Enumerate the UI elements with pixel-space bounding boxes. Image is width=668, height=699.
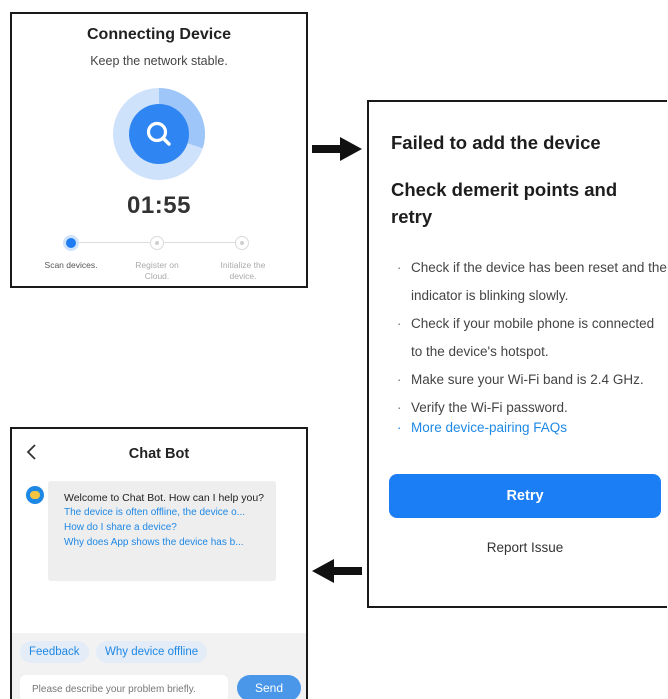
welcome-message: Welcome to Chat Bot. How can I help you? xyxy=(64,492,264,504)
retry-button[interactable]: Retry xyxy=(389,474,661,518)
list-item: Check if your mobile phone is connected … xyxy=(397,310,667,366)
page-subtitle: Keep the network stable. xyxy=(90,54,228,68)
page-title: Chat Bot xyxy=(128,446,190,462)
chip-feedback[interactable]: Feedback xyxy=(20,641,89,663)
list-item: Verify the Wi-Fi password. xyxy=(397,394,667,422)
step-init-label: Initialize the device. xyxy=(220,260,266,281)
suggested-question[interactable]: The device is often offline, the device … xyxy=(64,505,264,520)
bot-message-bubble: Welcome to Chat Bot. How can I help you?… xyxy=(48,481,276,581)
step-cloud-indicator xyxy=(150,236,164,250)
page-title: Connecting Device xyxy=(86,26,232,43)
faq-link[interactable]: More device-pairing FAQs xyxy=(397,420,567,435)
arrow-right-icon xyxy=(312,137,362,161)
suggested-question[interactable]: How do I share a device? xyxy=(64,520,264,535)
failed-to-add-screen: Failed to add the device Check demerit p… xyxy=(367,100,667,608)
arrow-left-icon xyxy=(312,559,362,583)
scanning-progress-ring xyxy=(113,88,205,180)
step-init-indicator xyxy=(235,236,249,250)
list-item: Check if the device has been reset and t… xyxy=(397,254,667,310)
send-button[interactable]: Send xyxy=(237,675,301,699)
bot-avatar-icon xyxy=(26,486,44,504)
chat-bot-screen: Chat Bot Welcome to Chat Bot. How can I … xyxy=(10,427,308,699)
suggested-question[interactable]: Why does App shows the device has b... xyxy=(64,535,264,550)
step-cloud-label: Register on Cloud. xyxy=(135,260,179,281)
countdown-timer: 01:55 xyxy=(127,192,191,219)
step-scan-indicator xyxy=(63,235,79,251)
step-scan-label: Scan devices. xyxy=(44,260,98,270)
list-item: Make sure your Wi-Fi band is 2.4 GHz. xyxy=(397,366,667,394)
connecting-device-screen: Connecting Device Keep the network stabl… xyxy=(10,12,308,288)
report-issue-link[interactable]: Report Issue xyxy=(389,540,661,555)
problem-input[interactable]: Please describe your problem briefly. xyxy=(20,675,228,699)
failure-title: Failed to add the device xyxy=(391,132,601,153)
failure-subtitle: Check demerit points and retry xyxy=(391,179,618,227)
chip-why-device-offline[interactable]: Why device offline xyxy=(96,641,208,663)
troubleshooting-list: Check if the device has been reset and t… xyxy=(397,254,667,422)
